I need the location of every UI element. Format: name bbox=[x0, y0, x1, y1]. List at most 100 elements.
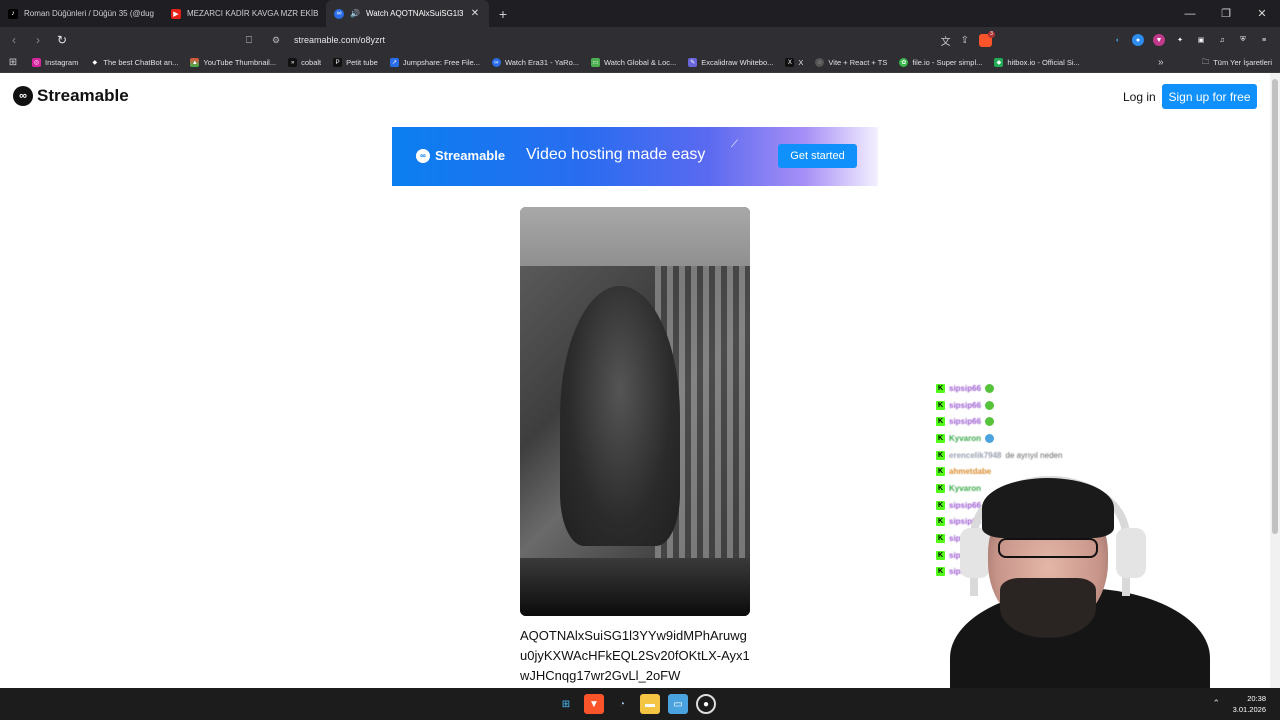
headset-cup-left bbox=[960, 528, 990, 578]
kick-badge-icon: K bbox=[936, 400, 945, 410]
get-started-button[interactable]: Get started bbox=[778, 144, 857, 168]
audio-extension-icon[interactable]: ◖ bbox=[1111, 34, 1123, 46]
bookmark-item[interactable]: ↗ Jumpshare: Free File... bbox=[384, 58, 486, 67]
address-bar[interactable]: ⎕ ⚙ streamable.com/o8yzrt 文 ⇪ 3 bbox=[246, 30, 995, 50]
chat-emote-icon bbox=[985, 400, 995, 410]
puzzle-icon[interactable]: ✦ bbox=[1174, 34, 1186, 46]
brave-icon[interactable]: ▼ bbox=[584, 694, 604, 714]
taskbar-clock[interactable]: 20:38 3.01.2026 bbox=[1233, 693, 1266, 715]
video-title: AQOTNAlxSuiSG1l3YYw9idMPhAruwgu0jyKXWAcH… bbox=[520, 628, 750, 683]
chat-username: Kyvaron bbox=[949, 433, 982, 443]
blue-extension-icon[interactable]: ● bbox=[1132, 34, 1144, 46]
page-content: ∞ Streamable Log in Sign up for free ∞ S… bbox=[0, 73, 1270, 688]
streamable-logo-icon: ∞ bbox=[416, 148, 430, 163]
steam-icon[interactable]: ◔ bbox=[612, 694, 632, 714]
bookmark-icon[interactable]: ⎕ bbox=[246, 35, 262, 46]
page-scrollbar[interactable] bbox=[1270, 73, 1280, 688]
chat-message: Ksipsip66 bbox=[936, 380, 1106, 397]
bookmark-item[interactable]: ◌ Vite + React + TS bbox=[809, 58, 893, 67]
globe-icon: ◌ bbox=[815, 58, 825, 67]
tiktok-icon: ♪ bbox=[8, 8, 18, 19]
windows-start-icon[interactable]: ⊞ bbox=[556, 694, 576, 714]
tv-icon: ▭ bbox=[591, 58, 600, 67]
bookmark-item[interactable]: XX bbox=[779, 58, 809, 67]
sparkle-icon: ⟋ bbox=[731, 139, 738, 150]
promo-banner[interactable]: ∞ Streamable Video hosting made easy ⟋ G… bbox=[392, 127, 878, 186]
bookmark-item[interactable]: ▲ YouTube Thumbnail... bbox=[184, 58, 282, 67]
windows-taskbar: ⊞ ▼ ◔ ▬ ▭ ● ⌃ 20:38 3.01.2026 bbox=[0, 688, 1280, 720]
bookmark-item[interactable]: ◆ hitbox.io - Official Si... bbox=[988, 58, 1085, 67]
bookmark-item[interactable]: ✿ file.io - Super simpl... bbox=[893, 58, 988, 67]
share-icon[interactable]: ⇪ bbox=[961, 35, 969, 46]
bookmark-item[interactable]: » cobalt bbox=[282, 58, 327, 67]
chat-username: sipsip66 bbox=[949, 417, 982, 427]
bookmark-item[interactable]: ∞ Watch Era31 - YaRo... bbox=[486, 58, 585, 67]
bookmark-item[interactable]: ◆ The best ChatBot an... bbox=[84, 58, 184, 67]
chat-message: K Kyvaron bbox=[936, 430, 1106, 447]
kick-badge-icon: K bbox=[936, 450, 945, 460]
menu-icon[interactable]: ≡ bbox=[1258, 34, 1270, 46]
banner-tagline: Video hosting made easy bbox=[526, 146, 706, 163]
chat-username: erencelik7948 bbox=[949, 450, 1002, 460]
webcam-overlay bbox=[930, 468, 1220, 688]
scrollbar-thumb[interactable] bbox=[1272, 79, 1278, 534]
signup-button[interactable]: Sign up for free bbox=[1162, 84, 1257, 109]
x-icon: X bbox=[785, 58, 795, 67]
minimize-button[interactable]: — bbox=[1172, 0, 1208, 27]
back-button[interactable]: ‹ bbox=[4, 30, 24, 50]
video-letterbox-top bbox=[520, 207, 750, 267]
translate-icon[interactable]: 文 bbox=[941, 33, 951, 48]
extensions-area: ◖ ● ▼ ✦ ▣ ♫ ⛨ ≡ bbox=[1111, 30, 1280, 50]
taskbar-apps: ⊞ ▼ ◔ ▬ ▭ ● bbox=[556, 694, 716, 714]
close-window-button[interactable]: ✕ bbox=[1244, 0, 1280, 27]
video-hooded-figure bbox=[560, 286, 680, 546]
more-bookmarks-icon[interactable]: » bbox=[1158, 57, 1164, 68]
brave-shields-icon[interactable]: 3 bbox=[979, 30, 995, 47]
apps-grid-icon[interactable]: ⊞ bbox=[0, 57, 26, 68]
new-tab-button[interactable]: + bbox=[491, 2, 515, 26]
bookmark-item[interactable]: ◎ Instagram bbox=[26, 58, 84, 67]
sidebar-icon[interactable]: ▣ bbox=[1195, 34, 1207, 46]
site-info-icon[interactable]: ⚙ bbox=[272, 35, 286, 46]
chat-username: sipsip66 bbox=[949, 400, 982, 410]
bookmark-item[interactable]: ▭ Watch Global & Loc... bbox=[585, 58, 682, 67]
music-icon[interactable]: ♫ bbox=[1216, 34, 1228, 46]
streamable-icon: ∞ bbox=[334, 8, 344, 19]
banner-logo: ∞ Streamable bbox=[416, 148, 505, 163]
vpn-shield-icon[interactable]: ⛨ bbox=[1237, 34, 1249, 46]
folder-icon: 🗀 bbox=[1201, 57, 1210, 66]
bookmark-item[interactable]: ✎ Excalidraw Whitebo... bbox=[682, 58, 779, 67]
file-explorer-icon[interactable]: ▬ bbox=[640, 694, 660, 714]
restore-button[interactable]: ❐ bbox=[1208, 0, 1244, 27]
chat-message: Kerencelik7948 de ayrıyıl neden bbox=[936, 447, 1106, 464]
tab-tiktok[interactable]: ♪ Roman Düğünleri / Düğün 35 (@dug bbox=[0, 0, 163, 27]
tab-streamable[interactable]: ∞ 🔊 Watch AQOTNAlxSuiSG1l3YYw ✕ bbox=[326, 0, 489, 27]
chat-emote-icon bbox=[985, 433, 995, 443]
tab-youtube[interactable]: ▶ MEZARCI KADİR KAVGA MZR EKİBİN bbox=[163, 0, 326, 27]
tab-label: Watch AQOTNAlxSuiSG1l3YYw bbox=[365, 9, 463, 18]
remote-desktop-icon[interactable]: ▭ bbox=[668, 694, 688, 714]
forward-button[interactable]: › bbox=[28, 30, 48, 50]
obs-icon[interactable]: ● bbox=[696, 694, 716, 714]
clock-date: 3.01.2026 bbox=[1232, 705, 1266, 714]
excalidraw-icon: ✎ bbox=[688, 58, 698, 67]
youtube-icon: ▶ bbox=[171, 8, 181, 19]
tab-label: Roman Düğünleri / Düğün 35 (@dug bbox=[24, 9, 154, 18]
chat-emote-icon bbox=[985, 417, 995, 427]
login-link[interactable]: Log in bbox=[1123, 90, 1156, 104]
shield-extension-icon[interactable]: ▼ bbox=[1153, 34, 1165, 46]
video-player[interactable] bbox=[520, 207, 750, 616]
speaker-icon[interactable]: 🔊 bbox=[350, 9, 360, 18]
kick-badge-icon: K bbox=[936, 383, 945, 393]
webcam-hair bbox=[982, 478, 1114, 538]
system-tray-chevron-icon[interactable]: ⌃ bbox=[1212, 698, 1220, 709]
chat-message: Ksipsip66 bbox=[936, 397, 1106, 414]
all-bookmarks-folder[interactable]: 🗀 Tüm Yer İşaretleri bbox=[1202, 56, 1272, 69]
close-tab-icon[interactable]: ✕ bbox=[469, 8, 481, 20]
reload-button[interactable]: ↻ bbox=[52, 30, 72, 50]
chat-username: sipsip66 bbox=[949, 383, 982, 393]
url-text[interactable]: streamable.com/o8yzrt bbox=[294, 35, 941, 45]
streamable-logo[interactable]: ∞ Streamable bbox=[13, 86, 129, 106]
chat-text: de ayrıyıl neden bbox=[1005, 450, 1063, 460]
bookmark-item[interactable]: P Petit tube bbox=[327, 58, 384, 67]
